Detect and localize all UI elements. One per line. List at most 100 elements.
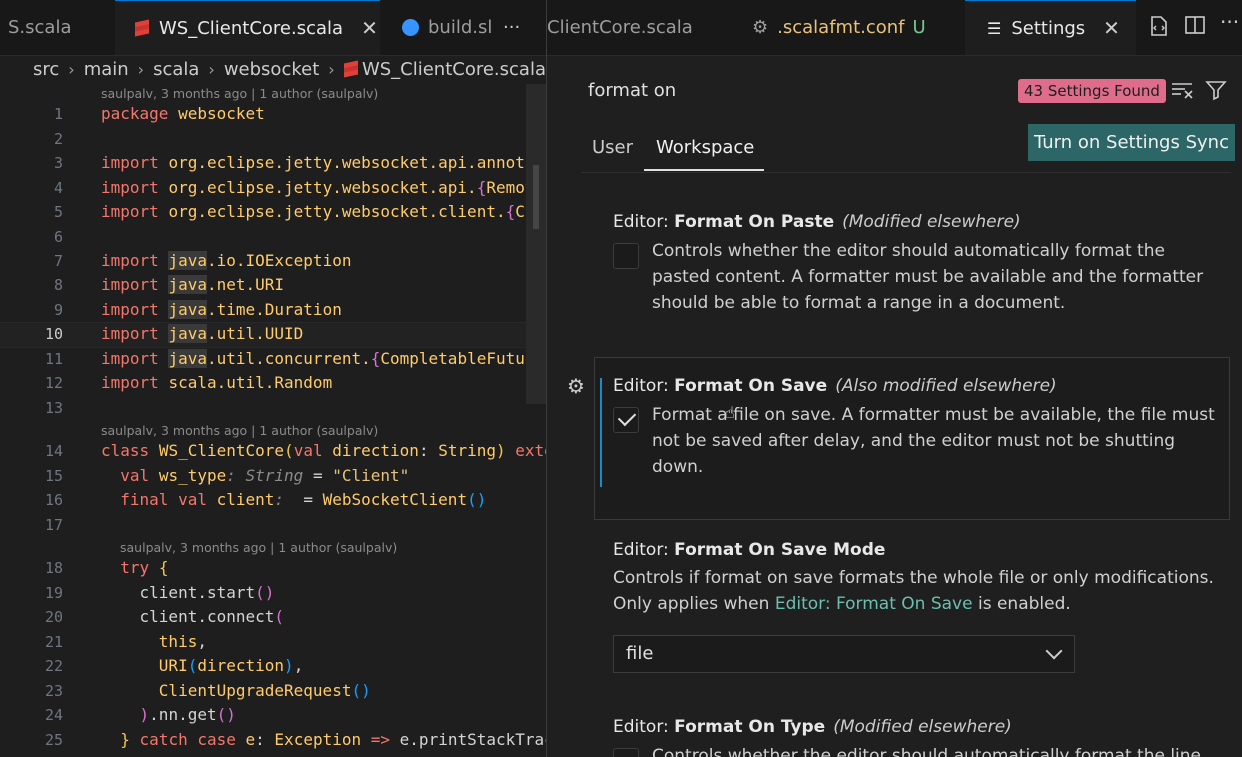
code-line: 24 ).nn.get() [0, 703, 546, 727]
minimap-slider[interactable] [533, 165, 539, 229]
breadcrumb-item[interactable]: WS_ClientCore.scala [362, 59, 546, 80]
code-line: 10 import java.util.UUID [0, 322, 546, 346]
tab-label: ClientCore.scala [547, 17, 693, 38]
code-text: val ws_type: String = "Client" [120, 466, 410, 485]
code-line: 2 [0, 127, 546, 151]
format-on-paste-checkbox[interactable] [613, 243, 639, 269]
more-actions-icon[interactable]: ··· [1220, 10, 1239, 34]
line-number: 9 [53, 301, 63, 319]
setting-category: Editor: [613, 376, 675, 396]
line-number: 11 [44, 350, 63, 368]
minimap[interactable] [526, 84, 546, 404]
code-line: 1 package websocket [0, 102, 546, 126]
settings-list-icon: ☰ [987, 18, 1002, 38]
line-number: 19 [44, 584, 63, 602]
code-editor[interactable]: saulpalv, 3 months ago | 1 author (saulp… [0, 84, 546, 757]
line-number: 14 [44, 442, 63, 460]
breadcrumb-item[interactable]: src [33, 59, 59, 80]
filter-icon[interactable] [1205, 79, 1227, 101]
code-text: import java.util.concurrent.{Completable… [101, 349, 546, 368]
code-text: import java.util.UUID [101, 324, 304, 343]
line-number: 12 [44, 374, 63, 392]
setting-modified-note[interactable]: (Also modified elsewhere) [835, 376, 1056, 396]
git-blame-annotation[interactable]: saulpalv, 3 months ago | 1 author (saulp… [120, 540, 397, 555]
line-number: 8 [53, 276, 63, 294]
code-line: 3 import org.eclipse.jetty.websocket.api.… [0, 151, 546, 175]
setting-title: Editor: Format On Type (Modified elsewher… [613, 717, 1223, 737]
code-text: package websocket [101, 104, 265, 123]
settings-search-input[interactable]: format on 43 Settings Found [581, 68, 1231, 114]
format-on-type-checkbox[interactable] [613, 748, 639, 757]
tab-user[interactable]: User [592, 137, 633, 158]
line-number: 17 [44, 516, 63, 534]
active-tab-indicator [644, 169, 764, 171]
git-blame-annotation[interactable]: saulpalv, 3 months ago | 1 author (saulp… [101, 86, 378, 101]
tab-build-sbt[interactable]: build.sl [402, 0, 492, 55]
code-text: URI(direction), [158, 656, 304, 675]
code-line: 22 URI(direction), [0, 654, 546, 678]
line-number: 3 [53, 154, 63, 172]
breadcrumb-item[interactable]: main [84, 59, 129, 80]
line-number: 24 [44, 706, 63, 724]
line-number: 5 [53, 203, 63, 221]
tab-scalafmt-conf[interactable]: ⚙ .scalafmt.conf U [752, 0, 926, 55]
tab-clientcore[interactable]: ClientCore.scala [547, 0, 693, 55]
breadcrumb: src › main › scala › websocket › WS_ClientCo… [0, 56, 546, 82]
code-text: import java.time.Duration [101, 300, 342, 319]
setting-link[interactable]: Editor: Format On Save [775, 594, 973, 614]
scala-file-icon [135, 19, 149, 37]
chevron-right-icon: › [328, 59, 335, 79]
setting-modified-note[interactable]: (Modified elsewhere) [842, 212, 1021, 232]
line-number: 22 [44, 657, 63, 675]
code-text: class WS_ClientCore(val direction: Strin… [101, 441, 546, 460]
line-number: 13 [44, 399, 63, 417]
tab-s-scala[interactable]: S.scala [8, 0, 71, 55]
line-number: 1 [53, 105, 63, 123]
split-editor-icon[interactable] [1184, 14, 1206, 41]
git-blame-annotation[interactable]: saulpalv, 3 months ago | 1 author (saulp… [101, 423, 378, 438]
description-text: is enabled. [972, 594, 1071, 614]
right-tab-bar: ClientCore.scala ⚙ .scalafmt.conf U ☰ Se… [547, 0, 1242, 56]
setting-name: Format On Type [674, 717, 826, 737]
tab-label: .scalafmt.conf [777, 17, 905, 38]
breadcrumb-item[interactable]: websocket [224, 59, 319, 80]
setting-description: Format a file on save. A formatter must … [652, 405, 1215, 477]
format-on-save-checkbox[interactable] [613, 407, 639, 433]
setting-description: Controls whether the editor should autom… [652, 746, 1202, 757]
tab-ws-clientcore[interactable]: WS_ClientCore.scala ✕ [115, 0, 380, 55]
line-number: 15 [44, 467, 63, 485]
code-text: try { [120, 558, 169, 577]
code-line: 20 client.connect( [0, 605, 546, 629]
scala-file-icon [343, 60, 358, 78]
format-on-save-mode-select[interactable]: file [613, 635, 1075, 673]
open-settings-json-icon[interactable] [1147, 14, 1171, 43]
tab-workspace[interactable]: Workspace [656, 137, 754, 158]
tab-label: Settings [1011, 17, 1086, 39]
tab-settings[interactable]: ☰ Settings ✕ [965, 0, 1136, 55]
code-line: 23 ClientUpgradeRequest() [0, 679, 546, 703]
clear-filter-icon[interactable] [1171, 80, 1193, 100]
chevron-right-icon: › [137, 59, 145, 79]
code-line: 16 final val client: = WebSocketClient() [0, 488, 546, 512]
editor-pane-left: S.scala WS_ClientCore.scala ✕ build.sl ·… [0, 0, 546, 757]
close-icon[interactable]: ✕ [1103, 16, 1120, 40]
setting-title: Editor: Format On Paste (Modified elsewhe… [613, 212, 1223, 232]
code-line: 25 } catch case e: Exception => e.printS… [0, 728, 546, 752]
code-text: } catch case e: Exception => e.printStac… [120, 730, 546, 749]
setting-name: Format On Save Mode [674, 540, 886, 560]
setting-title: Editor: Format On Save Mode [613, 540, 1223, 560]
turn-on-settings-sync-button[interactable]: Turn on Settings Sync [1028, 124, 1235, 161]
code-text: ).nn.get() [139, 705, 236, 724]
setting-name: Format On Save [674, 376, 828, 396]
setting-category: Editor: [613, 212, 675, 232]
close-icon[interactable]: ✕ [361, 16, 378, 40]
code-line: 12 import scala.util.Random [0, 371, 546, 395]
setting-modified-note[interactable]: (Modified elsewhere) [833, 717, 1012, 737]
gear-icon[interactable]: ⚙ [567, 374, 585, 398]
breadcrumb-item[interactable]: scala [153, 59, 199, 80]
more-actions-icon[interactable]: ··· [503, 0, 520, 55]
code-text: import scala.util.Random [101, 373, 333, 392]
code-text: import org.eclipse.jetty.websocket.clien… [101, 202, 544, 221]
code-line: 9 import java.time.Duration [0, 298, 546, 322]
code-line: 7 import java.io.IOException [0, 249, 546, 273]
